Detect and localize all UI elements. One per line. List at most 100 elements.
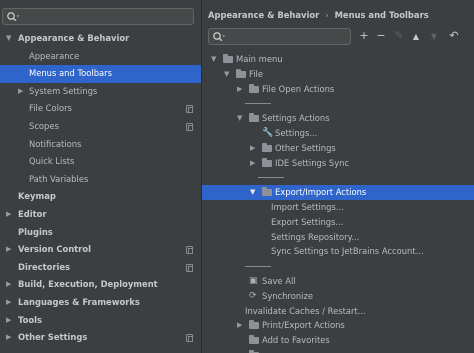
tree-node-label: Save All: [262, 276, 296, 286]
tree-node-label: IDE Settings Sync: [275, 157, 350, 168]
sidebar-item-notifications[interactable]: Notifications: [0, 136, 201, 154]
project-level-icon: [186, 246, 193, 255]
chevron-right-icon[interactable]: ▶: [6, 241, 14, 259]
sidebar-item-label: Quick Lists: [29, 156, 75, 167]
settings-sidebar: ▼ Appearance & Behavior Appearance Menus an…: [0, 0, 201, 353]
tree-node-label: Invalidate Caches / Restart...: [245, 305, 366, 316]
tree-node[interactable]: ▶ Other Settings: [202, 141, 474, 156]
sidebar-item-scopes[interactable]: Scopes: [0, 118, 201, 136]
tree-node[interactable]: Sync Settings to JetBrains Account...: [202, 244, 474, 259]
chevron-right-icon[interactable]: ▶: [6, 206, 14, 224]
sidebar-item-label: Version Control: [18, 244, 91, 255]
menus-toolbars-panel: Appearance & Behavior › Menus and Toolbars…: [202, 0, 474, 353]
sidebar-item-label: Appearance & Behavior: [18, 33, 130, 43]
folder-icon: [262, 142, 272, 152]
tree-node[interactable]: Settings Repository...: [202, 230, 474, 245]
tree-node[interactable]: Export Settings...: [202, 215, 474, 230]
chevron-right-icon[interactable]: ▶: [250, 141, 258, 156]
sidebar-item-label: Menus and Toolbars: [29, 68, 112, 79]
sidebar-item-label: Other Settings: [18, 332, 88, 343]
chevron-right-icon[interactable]: ▶: [250, 156, 258, 171]
tree-node[interactable]: ▼ Settings Actions: [202, 111, 474, 126]
tree-node-label: Main menu: [236, 54, 283, 64]
folder-icon: [249, 83, 259, 93]
tree-node[interactable]: [202, 348, 474, 353]
actions-tree: ▼ Main menu ▼ File ▶ File Open Actions ▼ Settin…: [202, 0, 474, 353]
tree-separator[interactable]: [202, 170, 474, 185]
tree-node[interactable]: ▼ Export/Import Actions: [202, 185, 474, 200]
project-level-icon: [186, 263, 193, 272]
separator-line: [245, 103, 271, 105]
folder-icon: [249, 113, 259, 123]
folder-icon: [262, 187, 272, 197]
chevron-down-icon[interactable]: ▼: [211, 52, 219, 67]
tree-separator[interactable]: [202, 259, 474, 274]
tree-node-label: Synchronize: [262, 290, 314, 301]
sidebar-item-path-variables[interactable]: Path Variables: [0, 171, 201, 189]
sidebar-item-quick-lists[interactable]: Quick Lists: [0, 153, 201, 171]
sidebar-search-input[interactable]: [2, 8, 194, 25]
sidebar-item-appearance[interactable]: Appearance: [0, 48, 201, 66]
tree-node[interactable]: Invalidate Caches / Restart...: [202, 304, 474, 319]
tree-node-label: Settings...: [275, 128, 318, 138]
separator-line: [258, 177, 284, 179]
chevron-right-icon[interactable]: ▶: [6, 312, 14, 330]
tree-node[interactable]: ▼ Main menu: [202, 52, 474, 67]
tree-node-label: Settings Actions: [262, 113, 330, 124]
sidebar-item-label: System Settings: [29, 85, 98, 96]
tree-node-label: Settings Repository...: [271, 231, 360, 242]
sidebar-item-other-settings[interactable]: ▶ Other Settings: [0, 329, 201, 347]
tree-node[interactable]: ▶ IDE Settings Sync: [202, 156, 474, 171]
sidebar-item-menus-and-toolbars[interactable]: Menus and Toolbars: [0, 65, 201, 83]
tree-separator[interactable]: [202, 96, 474, 111]
folder-icon: [249, 335, 259, 345]
tree-node[interactable]: ▶ Print/Export Actions: [202, 318, 474, 333]
folder-icon: [262, 157, 272, 167]
tree-node[interactable]: ▶ File Open Actions: [202, 82, 474, 97]
sidebar-item-tools[interactable]: ▶ Tools: [0, 312, 201, 330]
sync-icon: ⟳: [249, 290, 257, 301]
sidebar-item-label: Tools: [18, 314, 42, 325]
tree-node[interactable]: ▼ File: [202, 67, 474, 82]
folder-icon: [236, 68, 246, 78]
sidebar-item-keymap[interactable]: Keymap: [0, 188, 201, 206]
tree-node-label: Other Settings: [275, 142, 336, 153]
folder-icon: [249, 320, 259, 330]
chevron-down-icon[interactable]: ▼: [6, 30, 14, 48]
tree-node[interactable]: ▣ Save All: [202, 274, 474, 289]
tree-node-label: Print/Export Actions: [262, 320, 345, 331]
chevron-down-icon[interactable]: ▼: [224, 67, 232, 82]
chevron-right-icon[interactable]: ▶: [237, 318, 245, 333]
chevron-down-icon[interactable]: ▼: [250, 185, 258, 200]
tree-node-label: Import Settings...: [271, 202, 344, 212]
chevron-right-icon[interactable]: ▶: [6, 276, 14, 294]
chevron-down-icon[interactable]: ▼: [237, 111, 245, 126]
sidebar-item-label: Notifications: [29, 138, 82, 149]
chevron-right-icon[interactable]: ▶: [237, 82, 245, 97]
tree-node-label: Add to Favorites: [262, 335, 330, 346]
sidebar-item-languages-frameworks[interactable]: ▶ Languages & Frameworks: [0, 294, 201, 312]
sidebar-item-label: Build, Execution, Deployment: [18, 279, 158, 290]
chevron-right-icon[interactable]: ▶: [18, 83, 26, 101]
save-icon: ▣: [249, 276, 258, 286]
sidebar-item-version-control[interactable]: ▶ Version Control: [0, 241, 201, 259]
sidebar-item-build-execution-deployment[interactable]: ▶ Build, Execution, Deployment: [0, 276, 201, 294]
tree-node[interactable]: ⟳ Synchronize: [202, 289, 474, 304]
sidebar-item-system-settings[interactable]: ▶ System Settings: [0, 83, 201, 101]
tree-node[interactable]: Add to Favorites: [202, 333, 474, 348]
chevron-right-icon[interactable]: ▶: [6, 294, 14, 312]
tree-node-label: File Open Actions: [262, 83, 335, 94]
tree-node-label: Sync Settings to JetBrains Account...: [271, 246, 424, 257]
tree-node[interactable]: 🔧 Settings...: [202, 126, 474, 141]
tree-node-label: Export/Import Actions: [275, 187, 367, 198]
tree-node[interactable]: Import Settings...: [202, 200, 474, 215]
sidebar-item-plugins[interactable]: Plugins: [0, 224, 201, 242]
sidebar-item-label: File Colors: [29, 103, 72, 114]
sidebar-item-directories[interactable]: Directories: [0, 259, 201, 277]
project-level-icon: [186, 334, 193, 343]
wrench-icon: 🔧: [262, 128, 274, 138]
chevron-right-icon[interactable]: ▶: [6, 329, 14, 347]
sidebar-item-appearance-behavior[interactable]: ▼ Appearance & Behavior: [0, 30, 201, 48]
sidebar-item-editor[interactable]: ▶ Editor: [0, 206, 201, 224]
sidebar-item-file-colors[interactable]: File Colors: [0, 100, 201, 118]
